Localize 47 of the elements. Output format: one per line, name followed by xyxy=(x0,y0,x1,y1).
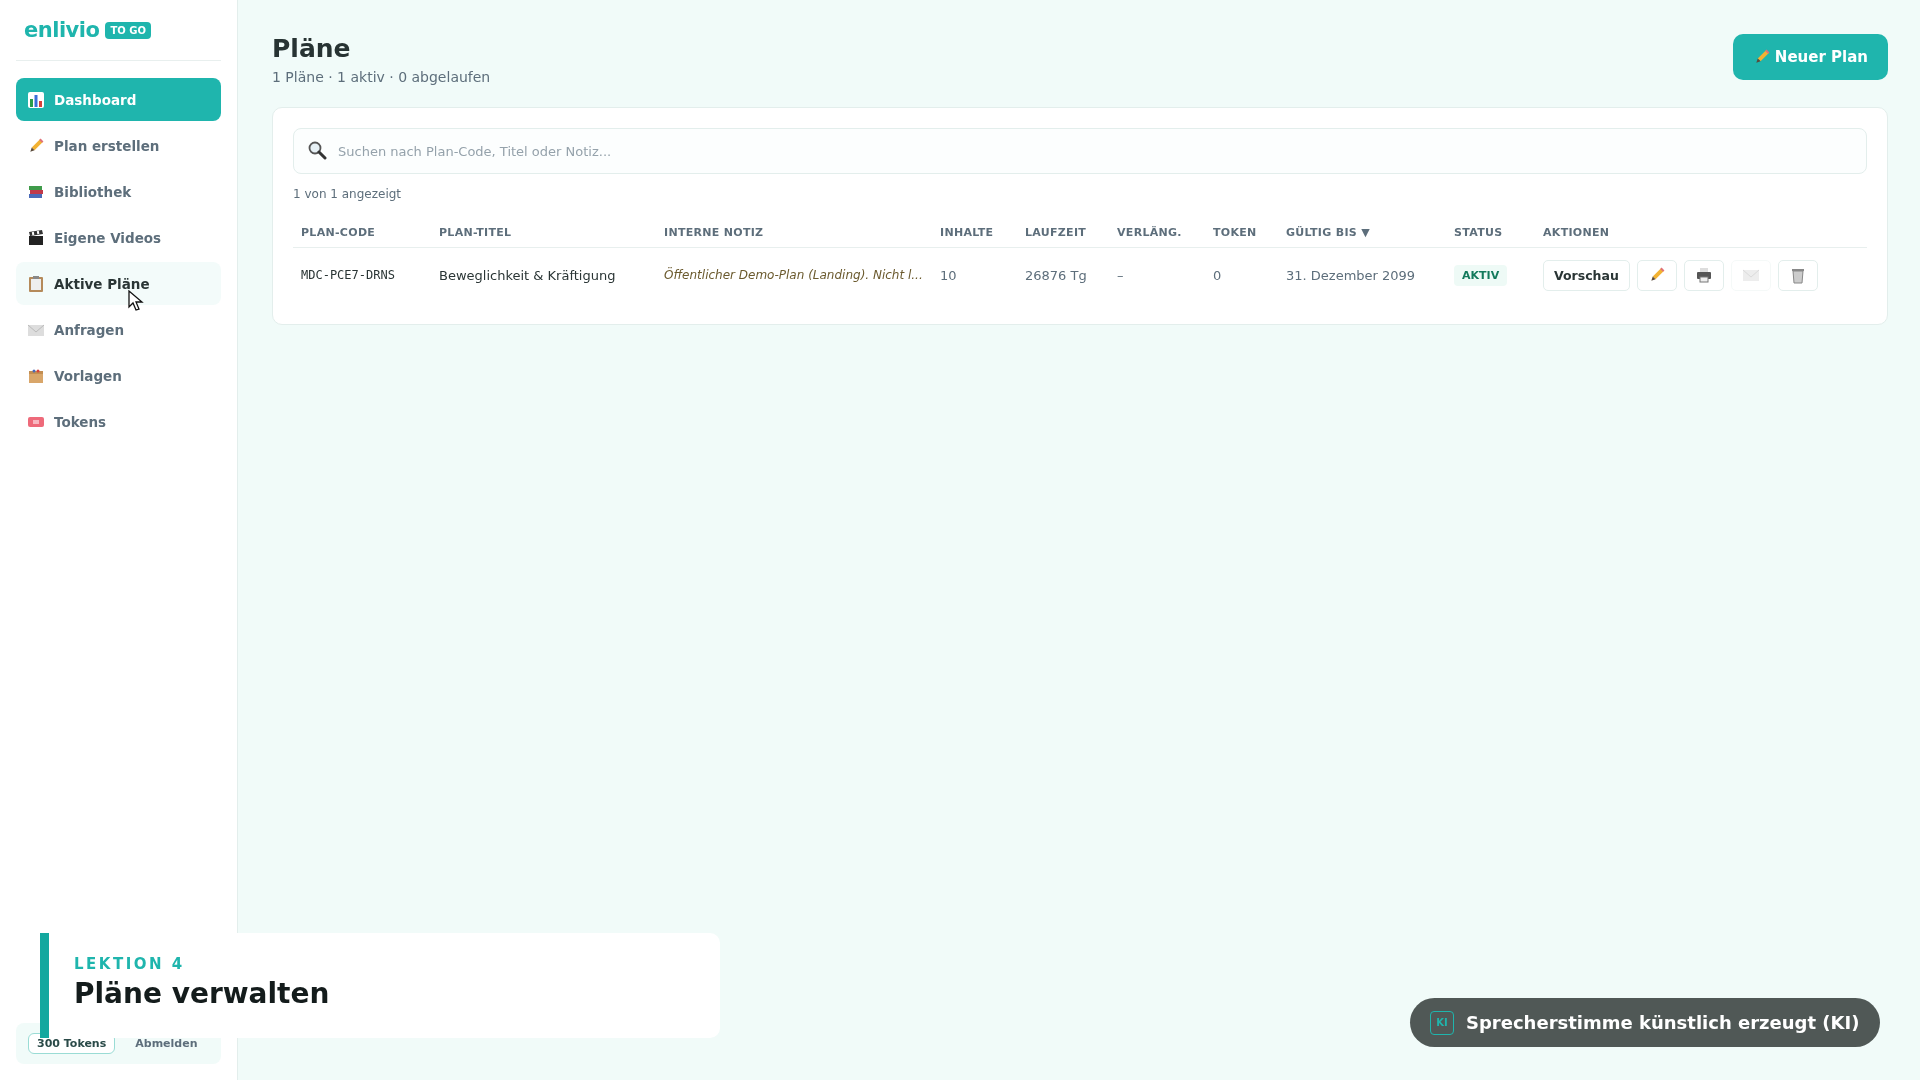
status-badge: AKTIV xyxy=(1454,264,1508,286)
delete-button[interactable] xyxy=(1777,259,1818,291)
lesson-label: LEKTION 4 xyxy=(74,955,186,973)
note-cell-text: Öffentlicher Demo-Plan (Landing). Nicht l... xyxy=(664,268,924,282)
edit-button[interactable] xyxy=(1636,259,1677,291)
notice-text: Sprecherstimme künstlich erzeugt (KI) xyxy=(1466,1012,1860,1033)
table-cell-text: 31. Dezember 2099 xyxy=(1286,267,1417,283)
plan-title-cell-text: Beweglichkeit & Kräftigung xyxy=(439,267,617,283)
lesson-title: Pläne verwalten xyxy=(74,977,331,1010)
sidebar-item[interactable]: Bibliothek xyxy=(16,170,221,213)
search-icon xyxy=(307,140,327,160)
preview-button[interactable]: Vorschau xyxy=(1543,259,1630,291)
column-header: AKTIONEN xyxy=(1543,225,1611,239)
result-count: 1 von 1 angezeigt xyxy=(293,187,403,201)
bar-chart-icon xyxy=(27,90,45,109)
sidebar-item[interactable]: Plan erstellen xyxy=(16,124,221,167)
clipboard-icon xyxy=(27,274,45,293)
sidebar-item[interactable]: Vorlagen xyxy=(16,354,221,397)
logo-text: enlivio xyxy=(24,18,100,42)
table-cell-text: 10 xyxy=(940,267,958,283)
ai-badge: KI xyxy=(1430,1010,1454,1035)
column-header: STATUS xyxy=(1454,225,1504,239)
logout-link[interactable]: Abmelden xyxy=(135,1037,198,1050)
column-header: PLAN-CODE xyxy=(301,225,377,239)
plan-code-cell-text: MDC-PCE7-DRNS xyxy=(301,268,396,282)
column-header: LAUFZEIT xyxy=(1025,225,1088,239)
column-header: INTERNE NOTIZ xyxy=(664,225,765,239)
plan-summary: 1 Pläne · 1 aktiv · 0 abgelaufen xyxy=(272,69,491,85)
table-cell-text: – xyxy=(1117,267,1125,283)
column-header: PLAN-TITEL xyxy=(439,225,513,239)
column-header: TOKEN xyxy=(1213,225,1258,239)
sidebar-item[interactable]: Tokens xyxy=(16,400,221,443)
print-button[interactable] xyxy=(1683,259,1724,291)
clapperboard-icon xyxy=(27,228,45,247)
column-header[interactable]: GÜLTIG BIS ▼ xyxy=(1286,225,1454,239)
page-title: Pläne xyxy=(272,34,352,63)
sidebar-item[interactable]: Eigene Videos xyxy=(16,216,221,259)
logo-badge: TO GO xyxy=(105,21,151,39)
pencil-icon xyxy=(27,136,45,155)
column-header: INHALTE xyxy=(940,225,995,239)
sidebar-item[interactable]: Anfragen xyxy=(16,308,221,351)
mouse-cursor-icon xyxy=(128,290,144,312)
column-header: VERLÄNG. xyxy=(1117,225,1183,239)
table-cell-text: 0 xyxy=(1213,267,1223,283)
table-cell-text: 26876 Tg xyxy=(1025,267,1088,283)
search-field[interactable]: Suchen nach Plan-Code, Titel oder Notiz... xyxy=(293,128,1867,174)
printer-icon xyxy=(1694,266,1713,284)
